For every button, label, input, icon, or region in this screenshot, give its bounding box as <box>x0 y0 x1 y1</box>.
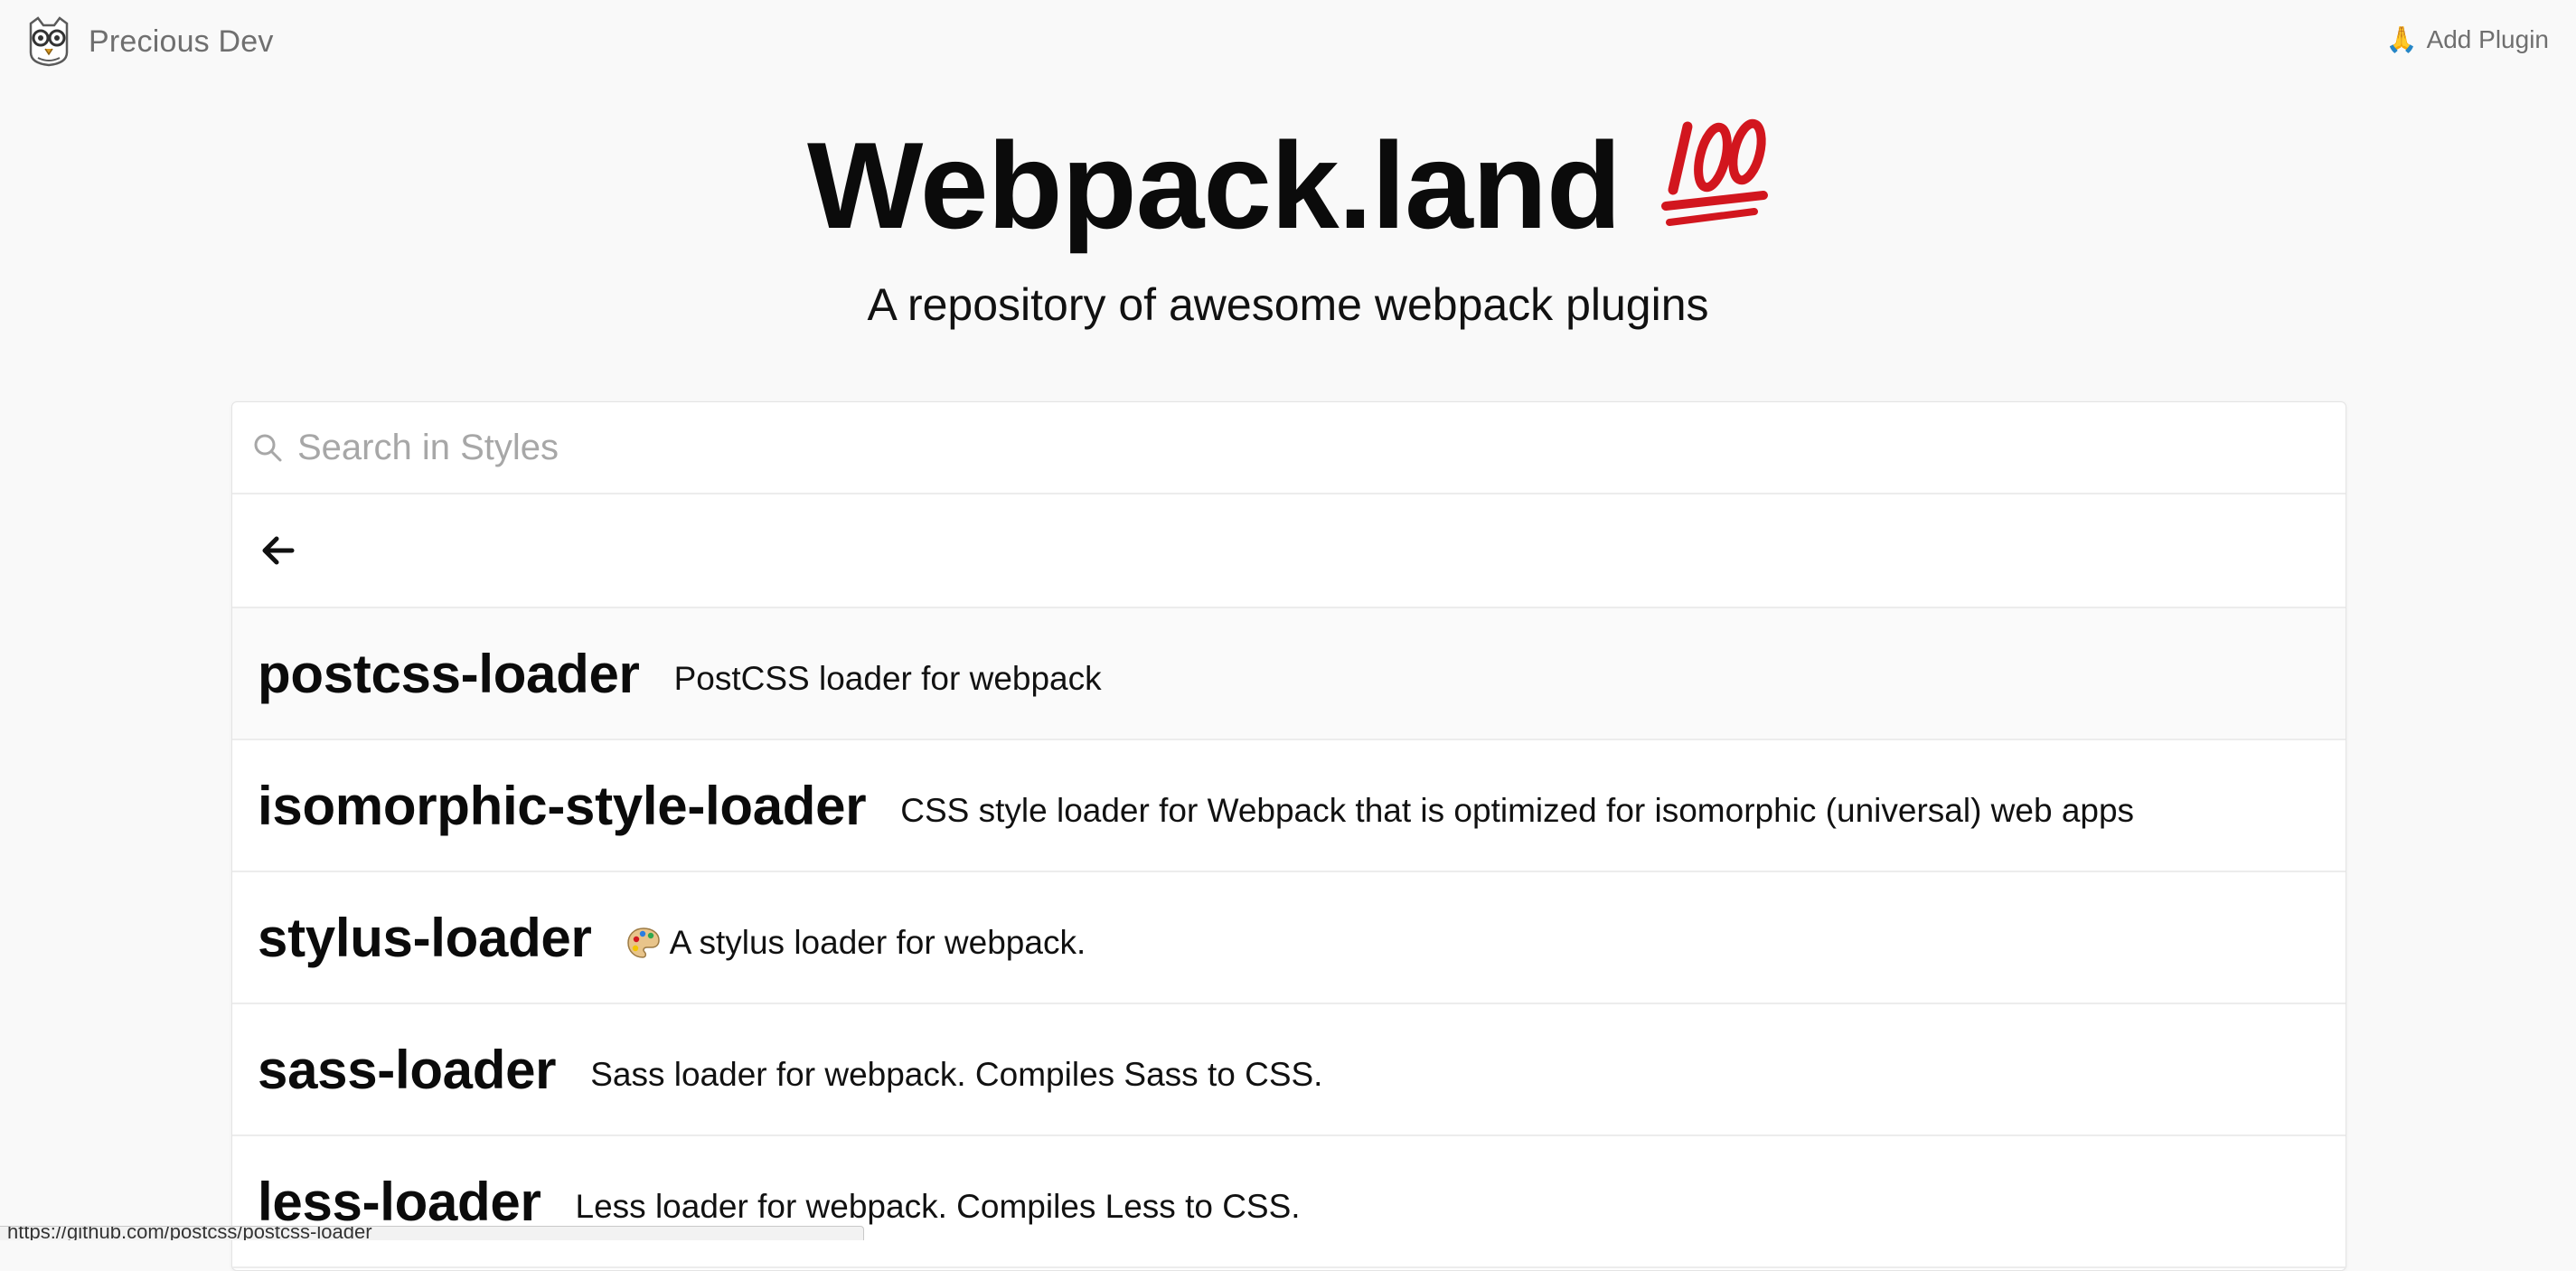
plugin-name: postcss-loader <box>258 643 640 705</box>
plugin-description-text: CSS style loader for Webpack that is opt… <box>900 792 2134 830</box>
add-plugin-link[interactable]: 🙏 Add Plugin <box>2386 25 2549 54</box>
plugin-description: CSS style loader for Webpack that is opt… <box>900 792 2134 830</box>
plugin-description: Sass loader for webpack. Compiles Sass t… <box>590 1056 1322 1094</box>
owl-glasses-icon <box>25 16 72 67</box>
plugin-name: less-loader <box>258 1171 541 1233</box>
plugin-description: A stylus loader for webpack. <box>626 924 1086 962</box>
plugin-item-stylus-loader[interactable]: stylus-loader A stylus loader for webpac… <box>232 872 2346 1004</box>
page-title: Webpack.land <box>807 108 1769 262</box>
plugin-name: sass-loader <box>258 1039 556 1101</box>
status-bar-url: https://github.com/postcss/postcss-loade… <box>0 1226 864 1240</box>
palette-icon <box>626 926 661 960</box>
search-input[interactable] <box>296 427 2288 469</box>
top-bar: Precious Dev 🙏 Add Plugin <box>0 0 2576 87</box>
arrow-left-icon <box>262 536 295 565</box>
plugin-item-sass-loader[interactable]: sass-loader Sass loader for webpack. Com… <box>232 1004 2346 1136</box>
brand-name: Precious Dev <box>89 24 274 60</box>
pray-hands-icon: 🙏 <box>2386 27 2418 52</box>
back-row <box>232 494 2346 608</box>
hero: Webpack.land A repository of awesome web… <box>0 108 2576 336</box>
back-button[interactable] <box>256 528 301 573</box>
plugin-item-isomorphic-style-loader[interactable]: isomorphic-style-loader CSS style loader… <box>232 740 2346 872</box>
plugin-description-text: A stylus loader for webpack. <box>670 924 1086 962</box>
plugin-description-text: Less loader for webpack. Compiles Less t… <box>576 1188 1301 1226</box>
plugin-panel: postcss-loader PostCSS loader for webpac… <box>231 401 2346 1271</box>
search-bar <box>232 402 2346 494</box>
page-subtitle: A repository of awesome webpack plugins <box>0 273 2576 336</box>
plugin-list: postcss-loader PostCSS loader for webpac… <box>232 608 2346 1268</box>
hundred-points-icon <box>1660 116 1769 233</box>
search-icon <box>252 432 283 463</box>
plugin-name: isomorphic-style-loader <box>258 775 866 837</box>
add-plugin-label: Add Plugin <box>2427 25 2549 54</box>
plugin-item-postcss-loader[interactable]: postcss-loader PostCSS loader for webpac… <box>232 608 2346 740</box>
plugin-description: Less loader for webpack. Compiles Less t… <box>576 1188 1301 1226</box>
brand-link[interactable]: Precious Dev <box>25 16 274 67</box>
plugin-description-text: Sass loader for webpack. Compiles Sass t… <box>590 1056 1322 1094</box>
plugin-description: PostCSS loader for webpack <box>674 660 1102 698</box>
plugin-item-less-loader[interactable]: less-loader Less loader for webpack. Com… <box>232 1136 2346 1268</box>
plugin-name: stylus-loader <box>258 907 592 969</box>
page-title-text: Webpack.land <box>807 108 1621 262</box>
plugin-description-text: PostCSS loader for webpack <box>674 660 1102 698</box>
